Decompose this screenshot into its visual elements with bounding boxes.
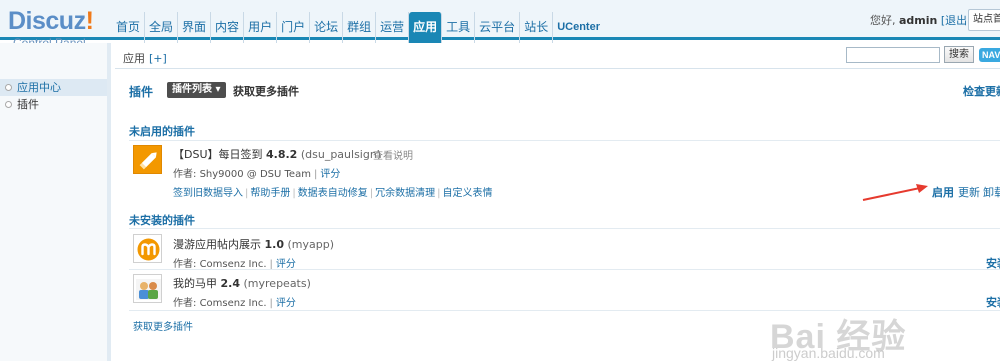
tab-get-more-plugins[interactable]: 获取更多插件 [233,83,299,99]
link-clean-data[interactable]: 冗余数据清理 [375,188,435,199]
nav-ucenter[interactable]: UCenter [553,12,604,43]
top-header: Discuz! Control Panel 首页 全局 界面 内容 用户 门户 … [0,0,1000,50]
nav-user[interactable]: 用户 [244,12,278,43]
nav-founder[interactable]: 站长 [520,12,554,43]
nav-global[interactable]: 全局 [145,12,179,43]
sidebar: 应用中心 插件 [0,43,111,361]
breadcrumb-current: 应用 [123,52,145,65]
user-info: 您好, admin [退出] [870,12,971,28]
breadcrumb: 应用 [+] [123,50,167,66]
link-import-old-data[interactable]: 签到旧数据导入 [173,188,243,199]
nav-apps[interactable]: 应用 [409,12,443,43]
plugin-admin-links: 签到旧数据导入 | 帮助手册 | 数据表自动修复 | 冗余数据清理 | 自定义表情 [173,188,493,199]
plugin-name-dsu: 【DSU】每日签到 4.8.2 (dsu_paulsign) [173,148,382,161]
nav-content[interactable]: 内容 [211,12,245,43]
watermark-url: jingyan.baidu.com [772,345,885,361]
search-input[interactable] [846,47,940,63]
top-nav: 首页 全局 界面 内容 用户 门户 论坛 群组 运营 应用 工具 云平台 站长 … [112,12,604,43]
plugin-author: 作者: Comsenz Inc. | 评分 [173,259,296,270]
site-home-select[interactable]: 站点首页 [968,9,1000,31]
nav-home[interactable]: 首页 [112,12,146,43]
nav-interface[interactable]: 界面 [178,12,212,43]
sidebar-item-plugins[interactable]: 插件 [0,96,107,113]
logo-text: Discuz! [8,7,94,35]
nav-map-button[interactable]: NAV [979,48,1000,62]
install-button[interactable]: 安装 [986,294,1000,310]
username: admin [899,14,938,27]
divider [129,140,1000,141]
pencil-icon [133,145,162,174]
myrepeats-icon [133,274,162,303]
add-shortcut-link[interactable]: [+] [149,52,167,65]
check-update-link[interactable]: 检查更新 [963,83,1000,99]
uninstall-button[interactable]: 卸载 [983,184,1000,200]
update-button[interactable]: 更新 [958,184,980,200]
page-head: 插件 插件列表 ▾ 获取更多插件 检查更新 [115,70,1000,106]
divider [129,269,1000,270]
section-title-uninstalled: 未安装的插件 [129,214,195,227]
search-button[interactable]: 搜索 [944,46,974,63]
page-title: 插件 [129,85,154,99]
link-repair-tables[interactable]: 数据表自动修复 [298,188,368,199]
red-arrow-annotation [862,184,928,201]
rate-link[interactable]: 评分 [320,169,340,180]
divider [129,228,1000,229]
nav-forum[interactable]: 论坛 [310,12,344,43]
plugin-author: 作者: Comsenz Inc. | 评分 [173,298,296,309]
breadcrumb-bar: 应用 [+] 搜索 NAV [115,43,1000,69]
nav-cloud[interactable]: 云平台 [475,12,521,43]
plugin-author: 作者: Shy9000 @ DSU Team | 评分 [173,169,341,180]
nav-group[interactable]: 群组 [343,12,377,43]
sidebar-item-label: 应用中心 [17,81,61,94]
sidebar-item-app-center[interactable]: 应用中心 [0,79,107,96]
nav-tools[interactable]: 工具 [442,12,476,43]
nav-operation[interactable]: 运营 [376,12,410,43]
get-more-plugins-link[interactable]: 获取更多插件 [133,318,193,333]
read-description-link[interactable]: 查看说明 [373,147,413,162]
plugin-name-myapp: 漫游应用帖内展示 1.0 (myapp) [173,238,335,251]
greeting: 您好, [870,14,899,27]
bullet-icon [5,101,12,108]
plugin-name-myrepeats: 我的马甲 2.4 (myrepeats) [173,277,311,290]
logout-link[interactable]: [退出] [941,14,972,27]
link-help-manual[interactable]: 帮助手册 [250,188,290,199]
bullet-icon [5,84,12,91]
sidebar-item-label: 插件 [17,98,39,111]
rate-link[interactable]: 评分 [276,298,296,309]
section-title-disabled: 未启用的插件 [129,125,195,138]
baidu-watermark: Bai 经验 jingyan.baidu.com [760,318,1000,361]
tab-plugin-list[interactable]: 插件列表 ▾ [167,82,226,98]
link-custom-emoji[interactable]: 自定义表情 [443,188,493,199]
enable-button[interactable]: 启用 [932,184,954,200]
myapp-icon [133,234,162,263]
nav-portal[interactable]: 门户 [277,12,311,43]
